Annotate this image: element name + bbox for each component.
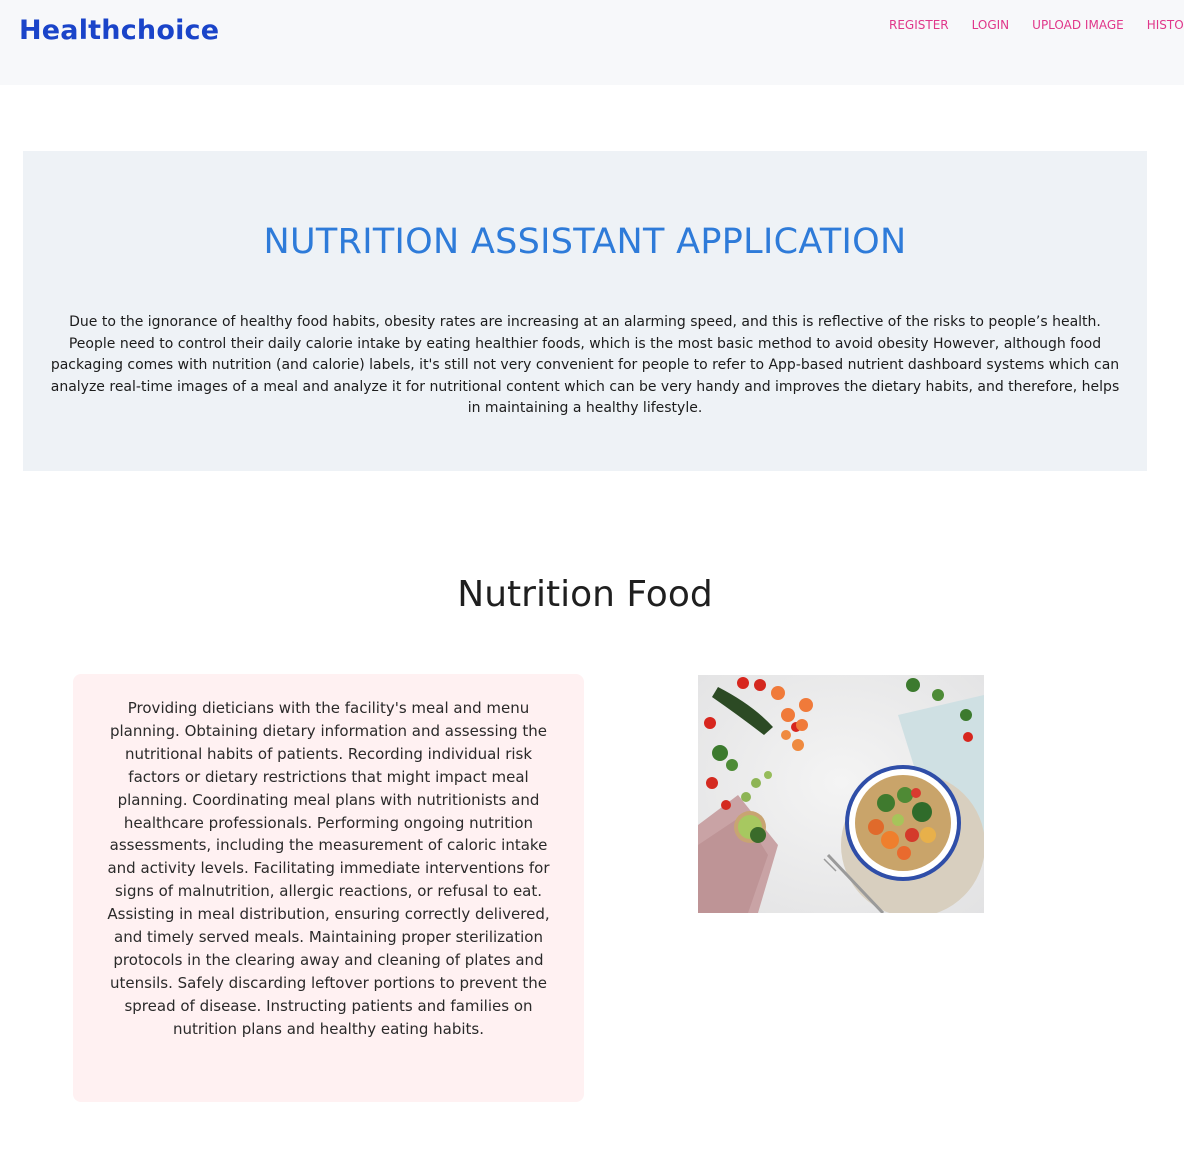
healthy-food-image [698,675,984,913]
info-card-text: Providing dieticians with the facility's… [107,699,550,1038]
nav-history-link[interactable]: HISTORY [1147,18,1184,32]
section-title: Nutrition Food [457,574,713,615]
hero-panel [23,151,1147,471]
hero-description: Due to the ignorance of healthy food hab… [50,314,1120,416]
nav-register-link[interactable]: REGISTER [889,18,949,32]
nav-upload-image-link[interactable]: UPLOAD IMAGE [1032,18,1124,32]
nav-login-link[interactable]: LOGIN [972,18,1010,32]
navbar: Healthchoice REGISTER LOGIN UPLOAD IMAGE… [0,0,1184,85]
brand-logo[interactable]: Healthchoice [19,15,219,46]
nav-links: REGISTER LOGIN UPLOAD IMAGE HISTORY [889,18,1184,32]
hero-title: NUTRITION ASSISTANT APPLICATION [263,222,907,262]
